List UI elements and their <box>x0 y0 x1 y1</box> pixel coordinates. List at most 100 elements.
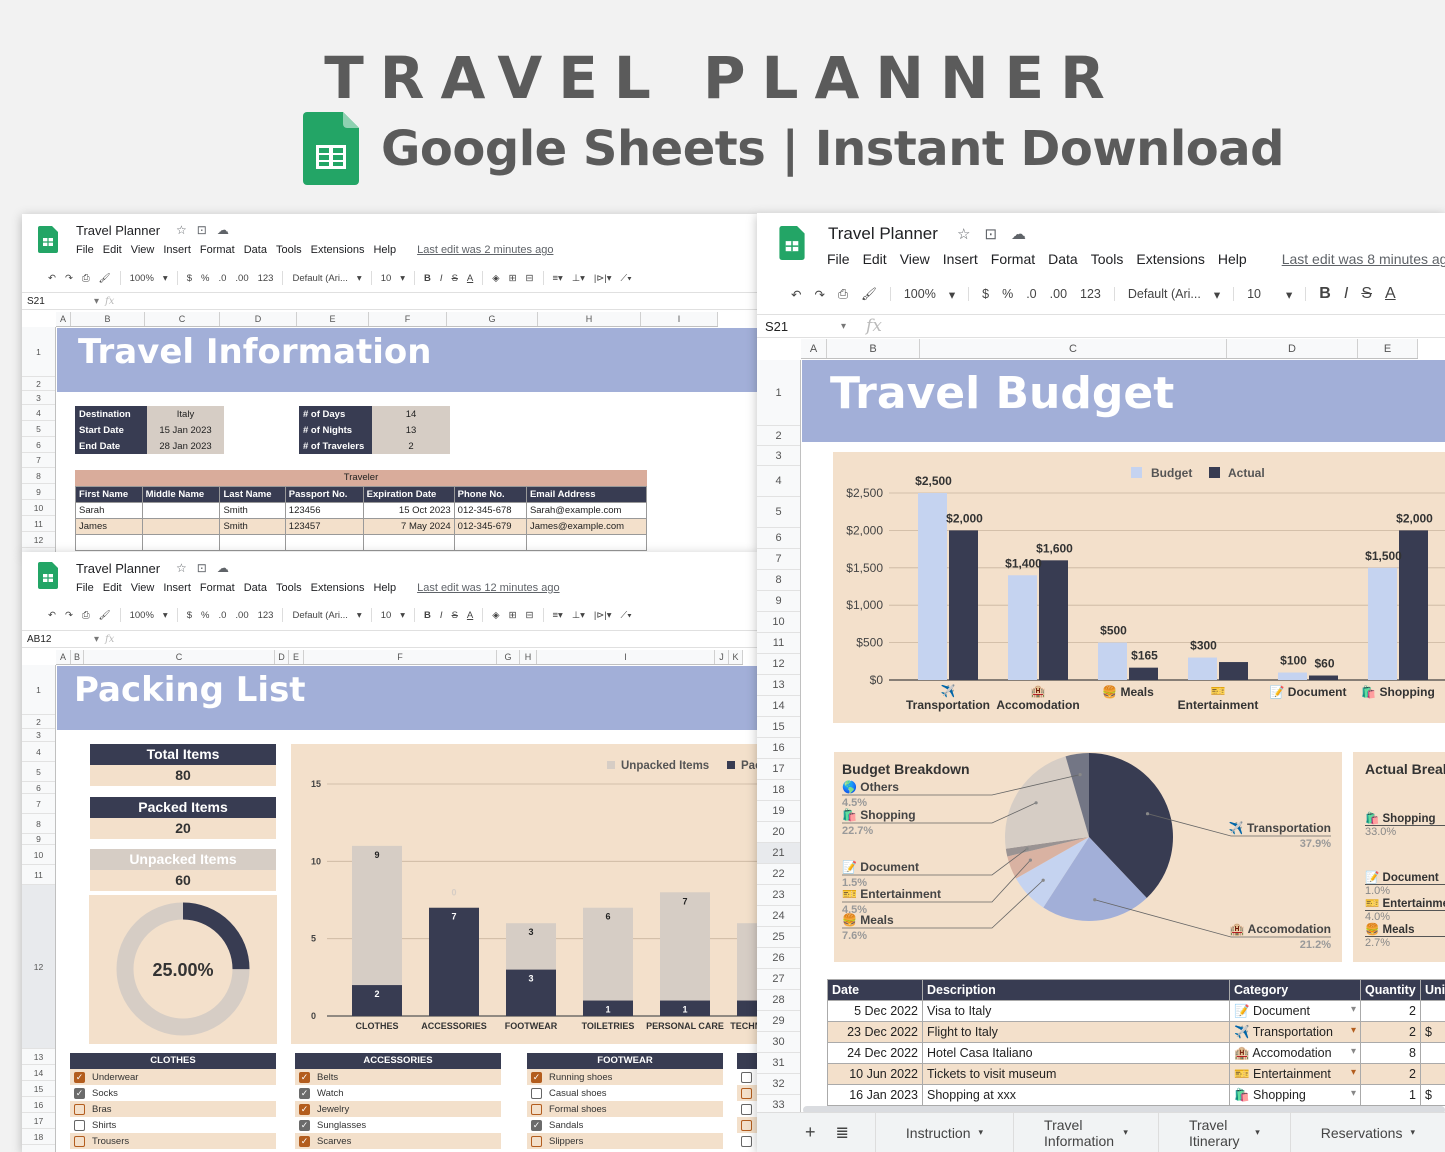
expense-qty[interactable]: 2 <box>1360 1000 1421 1022</box>
menu-help[interactable]: Help <box>373 582 396 594</box>
rotate-icon[interactable]: ⟋▾ <box>621 273 632 284</box>
row-header[interactable]: 27 <box>757 969 800 990</box>
trip-value[interactable]: Italy <box>147 406 224 422</box>
italic-button[interactable]: I <box>1344 285 1348 303</box>
row-header[interactable]: 3 <box>22 391 55 405</box>
row-header[interactable]: 24 <box>757 906 800 927</box>
expense-unit[interactable] <box>1420 1042 1445 1064</box>
expense-unit[interactable]: $ <box>1420 1084 1445 1106</box>
menu-format[interactable]: Format <box>200 582 235 594</box>
checkbox-checked[interactable]: ✓ <box>299 1103 310 1115</box>
col-header[interactable]: D <box>1227 339 1358 358</box>
expense-date[interactable]: 5 Dec 2022 <box>827 1000 923 1022</box>
checkbox[interactable] <box>741 1103 752 1115</box>
checkbox[interactable] <box>741 1087 752 1099</box>
undo-icon[interactable]: ↶ <box>48 273 56 284</box>
checkbox[interactable] <box>531 1135 542 1147</box>
valign-icon[interactable]: ⊥▾ <box>572 610 585 621</box>
cloud-status-icon[interactable]: ☁ <box>217 223 229 237</box>
expense-unit[interactable] <box>1420 1000 1445 1022</box>
cloud-status-icon[interactable]: ☁ <box>1011 225 1026 243</box>
tab-reservations[interactable]: Reservations ▾ <box>1289 1112 1445 1152</box>
doc-title[interactable]: Travel Planner <box>76 223 160 238</box>
count-value[interactable]: 13 <box>372 422 450 438</box>
checkbox-checked[interactable]: ✓ <box>299 1071 310 1083</box>
strikethrough-button[interactable]: S <box>1361 285 1372 303</box>
menu-data[interactable]: Data <box>244 582 267 594</box>
col-header[interactable]: H <box>538 312 641 326</box>
dropdown-arrow-icon[interactable]: ▾ <box>1351 1025 1356 1036</box>
currency-button[interactable]: $ <box>187 610 192 621</box>
col-header[interactable]: F <box>304 650 497 664</box>
col-header[interactable]: A <box>56 312 71 326</box>
count-value[interactable]: 14 <box>372 406 450 422</box>
valign-icon[interactable]: ⊥▾ <box>572 273 585 284</box>
row-header[interactable]: 1 <box>757 360 800 426</box>
all-sheets-icon[interactable]: ≣ <box>828 1123 875 1143</box>
trip-value[interactable]: 28 Jan 2023 <box>147 438 224 454</box>
row-header[interactable]: 18 <box>22 1129 55 1145</box>
row-header[interactable]: 6 <box>22 782 55 794</box>
checkbox-checked[interactable]: ✓ <box>299 1087 310 1099</box>
cell[interactable]: 012-345-678 <box>453 502 527 519</box>
zoom-select[interactable]: 100% <box>904 287 936 301</box>
percent-button[interactable]: % <box>201 610 209 621</box>
row-header[interactable]: 1 <box>22 665 55 715</box>
row-header[interactable]: 14 <box>757 696 800 717</box>
row-header[interactable]: 2 <box>22 377 55 391</box>
expense-qty[interactable]: 2 <box>1360 1021 1421 1043</box>
strikethrough-button[interactable]: S <box>452 610 458 621</box>
row-header[interactable]: 10 <box>757 612 800 633</box>
zoom-select[interactable]: 100% <box>130 273 154 284</box>
row-header[interactable]: 19 <box>757 801 800 822</box>
col-header[interactable]: D <box>220 312 297 326</box>
menu-file[interactable]: File <box>76 244 94 256</box>
menu-view[interactable]: View <box>131 582 155 594</box>
checkbox-checked[interactable]: ✓ <box>74 1071 85 1083</box>
col-header[interactable]: E <box>297 312 369 326</box>
col-header[interactable]: B <box>71 650 84 664</box>
row-header[interactable]: 30 <box>757 1032 800 1053</box>
row-header[interactable]: 3 <box>757 446 800 466</box>
print-icon[interactable]: ⎙ <box>838 287 848 302</box>
row-header[interactable]: 32 <box>757 1074 800 1095</box>
row-header[interactable]: 15 <box>22 1081 55 1097</box>
star-icon[interactable]: ☆ <box>957 225 970 243</box>
row-header[interactable]: 29 <box>757 1011 800 1032</box>
col-header[interactable]: C <box>84 650 275 664</box>
menu-view[interactable]: View <box>900 251 930 267</box>
font-size-select[interactable]: 10 <box>381 610 392 621</box>
cloud-status-icon[interactable]: ☁ <box>217 561 229 575</box>
row-header[interactable]: 2 <box>757 426 800 446</box>
row-header[interactable]: 14 <box>22 1065 55 1081</box>
last-edit-link[interactable]: Last edit was 2 minutes ago <box>417 244 553 256</box>
col-header[interactable]: B <box>827 339 920 358</box>
dropdown-arrow-icon[interactable]: ▾ <box>1351 1067 1356 1078</box>
expense-desc[interactable]: Tickets to visit museum <box>922 1063 1230 1085</box>
text-color-button[interactable]: A <box>1385 285 1396 303</box>
currency-button[interactable]: $ <box>187 273 192 284</box>
tab-instruction[interactable]: Instruction ▾ <box>874 1112 1013 1152</box>
row-header[interactable]: 7 <box>22 794 55 814</box>
row-header[interactable]: 5 <box>22 421 55 437</box>
checkbox-checked[interactable]: ✓ <box>531 1119 542 1131</box>
expense-cat[interactable]: 📝 Document ▾ <box>1229 1000 1361 1022</box>
expense-date[interactable]: 16 Jan 2023 <box>827 1084 923 1106</box>
percent-button[interactable]: % <box>201 273 209 284</box>
row-header[interactable]: 28 <box>757 990 800 1011</box>
font-select[interactable]: Default (Ari... <box>292 273 347 284</box>
font-select[interactable]: Default (Ari... <box>1128 287 1201 301</box>
col-header[interactable]: C <box>920 339 1227 358</box>
row-header[interactable]: 6 <box>22 437 55 453</box>
strikethrough-button[interactable]: S <box>452 273 458 284</box>
menu-file[interactable]: File <box>76 582 94 594</box>
row-header[interactable]: 25 <box>757 927 800 948</box>
menu-format[interactable]: Format <box>991 251 1035 267</box>
col-header[interactable]: E <box>1358 339 1418 358</box>
checkbox[interactable] <box>74 1119 85 1131</box>
menu-help[interactable]: Help <box>1218 251 1247 267</box>
col-header[interactable]: I <box>537 650 715 664</box>
row-header[interactable]: 31 <box>757 1053 800 1074</box>
cell[interactable]: 7 May 2024 <box>362 518 455 535</box>
decrease-decimal-button[interactable]: .0 <box>218 610 226 621</box>
